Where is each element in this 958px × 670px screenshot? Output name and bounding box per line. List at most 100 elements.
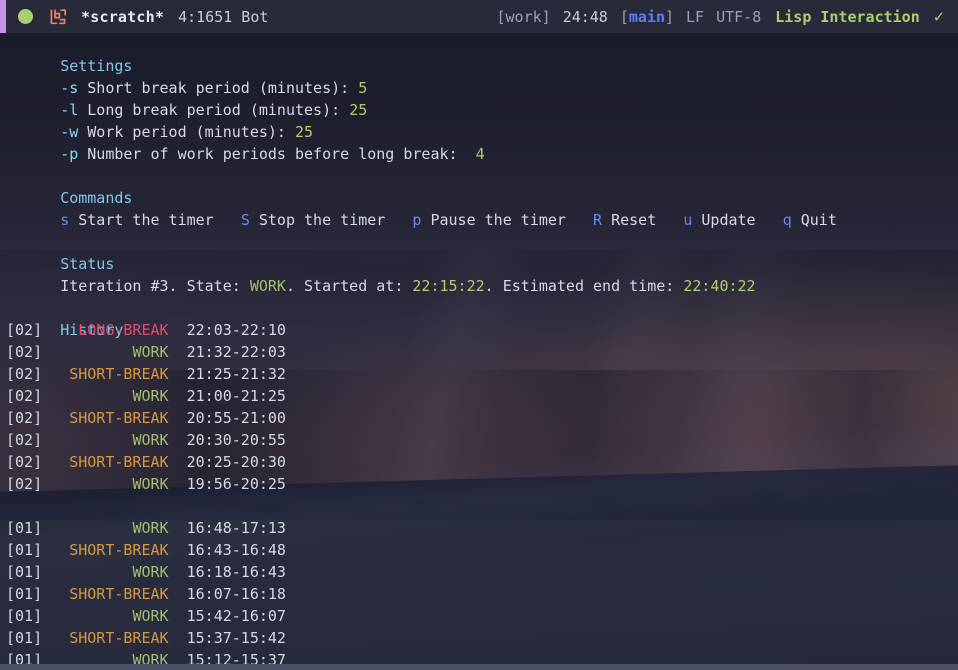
- history-row[interactable]: [02] SHORT-BREAK 20:55-21:00: [0, 407, 958, 429]
- history-iteration: [01]: [6, 519, 43, 537]
- setting-label: Long break period (minutes):: [78, 101, 350, 119]
- commands-heading: Commands: [0, 165, 958, 207]
- command-label: Start the timer: [69, 211, 214, 229]
- command-pause-timer[interactable]: p Pause the timer: [412, 211, 566, 229]
- history-row[interactable]: [01] WORK 15:42-16:07: [0, 605, 958, 627]
- history-iteration: [01]: [6, 607, 43, 625]
- command-stop-timer[interactable]: S Stop the timer: [241, 211, 386, 229]
- status-heading-label: Status: [60, 255, 115, 273]
- major-mode-label[interactable]: Lisp Interaction: [775, 6, 920, 28]
- setting-label: Work period (minutes):: [78, 123, 295, 141]
- encoding-indicator[interactable]: UTF-8: [716, 6, 761, 28]
- history-spacer-line: [0, 495, 958, 517]
- status-iteration-text: Iteration #3. State:: [60, 277, 250, 295]
- status-line: Iteration #3. State: WORK. Started at: 2…: [0, 253, 958, 295]
- buffer-modified-dot-icon[interactable]: [18, 9, 33, 24]
- history-kind-padding: [42, 453, 69, 471]
- command-label: Stop the timer: [249, 211, 386, 229]
- modeline-accent-bar: [0, 0, 6, 33]
- history-gap: [169, 387, 187, 405]
- history-kind: WORK: [132, 519, 169, 537]
- history-row[interactable]: [02] WORK 20:30-20:55: [0, 429, 958, 451]
- setting-value[interactable]: 25: [295, 123, 313, 141]
- history-kind: WORK: [132, 387, 169, 405]
- history-iteration: [02]: [6, 453, 43, 471]
- history-iteration: [02]: [6, 409, 43, 427]
- history-gap: [169, 475, 187, 493]
- settings-heading-label: Settings: [60, 57, 133, 75]
- setting-value[interactable]: 5: [358, 79, 367, 97]
- history-kind-padding: [42, 607, 132, 625]
- history-iteration: [02]: [6, 365, 43, 383]
- command-start-timer[interactable]: s Start the timer: [60, 211, 214, 229]
- history-kind: WORK: [132, 343, 169, 361]
- history-gap: [169, 409, 187, 427]
- history-gap: [169, 431, 187, 449]
- history-heading: History: [0, 297, 958, 339]
- history-time-range: 20:25-20:30: [186, 453, 286, 471]
- history-row[interactable]: [02] LONG-BREAK 22:03-22:10: [0, 319, 958, 341]
- history-row[interactable]: [01] WORK 16:18-16:43: [0, 561, 958, 583]
- history-list: [02] LONG-BREAK 22:03-22:10 [02] WORK 21:…: [0, 319, 958, 670]
- history-kind: SHORT-BREAK: [69, 585, 169, 603]
- history-kind-padding: [42, 387, 132, 405]
- history-row[interactable]: [01] WORK 16:48-17:13: [0, 517, 958, 539]
- history-kind-padding: [42, 629, 69, 647]
- history-iteration: [02]: [6, 387, 43, 405]
- setting-flag: -w: [60, 123, 79, 141]
- setting-label: Short break period (minutes):: [78, 79, 359, 97]
- history-row[interactable]: [01] SHORT-BREAK 15:37-15:42: [0, 627, 958, 649]
- command-reset[interactable]: R Reset: [593, 211, 656, 229]
- status-state: WORK: [249, 277, 286, 295]
- line-ending-indicator[interactable]: LF: [686, 6, 704, 28]
- history-row[interactable]: [02] WORK 21:32-22:03: [0, 341, 958, 363]
- history-kind-padding: [42, 475, 132, 493]
- workspace-indicator[interactable]: [work]: [497, 6, 551, 28]
- branch-bracket-open: [: [619, 7, 629, 26]
- setting-value[interactable]: 25: [349, 101, 367, 119]
- setting-row-short-break[interactable]: -s Short break period (minutes): 5: [0, 55, 958, 97]
- command-quit[interactable]: q Quit: [783, 211, 837, 229]
- history-kind: WORK: [132, 431, 169, 449]
- history-iteration: [01]: [6, 563, 43, 581]
- history-row[interactable]: [02] SHORT-BREAK 20:25-20:30: [0, 451, 958, 473]
- history-row[interactable]: [02] SHORT-BREAK 21:25-21:32: [0, 363, 958, 385]
- command-key: S: [240, 211, 250, 229]
- history-iteration: [01]: [6, 585, 43, 603]
- command-gap: [756, 211, 783, 229]
- vcs-branch[interactable]: [main]: [620, 6, 674, 28]
- history-kind-padding: [42, 585, 69, 603]
- command-gap: [566, 211, 593, 229]
- buffer-name[interactable]: *scratch*: [81, 6, 164, 28]
- history-time-range: 16:18-16:43: [186, 563, 286, 581]
- status-heading: Status: [0, 231, 958, 273]
- status-started-at: 22:15:22: [412, 277, 485, 295]
- history-time-range: 19:56-20:25: [186, 475, 286, 493]
- history-kind: WORK: [132, 475, 169, 493]
- history-iteration: [02]: [6, 343, 43, 361]
- history-kind-padding: [42, 563, 132, 581]
- setting-value[interactable]: 4: [476, 145, 485, 163]
- command-update[interactable]: u Update: [683, 211, 755, 229]
- history-kind: LONG-BREAK: [78, 321, 169, 339]
- branch-name: main: [628, 7, 665, 26]
- modeline: *scratch* 4:1651 Bot [work] 24:48 [main]…: [0, 0, 958, 33]
- history-row[interactable]: [01] SHORT-BREAK 16:07-16:18: [0, 583, 958, 605]
- history-kind-padding: [42, 519, 132, 537]
- command-key: s: [60, 211, 70, 229]
- history-gap: [169, 541, 187, 559]
- history-row[interactable]: [02] WORK 19:56-20:25: [0, 473, 958, 495]
- commands-row: s Start the timer S Stop the timer p Pau…: [0, 187, 958, 229]
- history-row[interactable]: [02] WORK 21:00-21:25: [0, 385, 958, 407]
- history-gap: [169, 585, 187, 603]
- history-iteration: [02]: [6, 431, 43, 449]
- history-row[interactable]: [01] SHORT-BREAK 16:43-16:48: [0, 539, 958, 561]
- history-gap: [169, 607, 187, 625]
- setting-flag: -l: [60, 101, 79, 119]
- history-time-range: 16:43-16:48: [186, 541, 286, 559]
- status-end-time: 22:40:22: [683, 277, 756, 295]
- clock: 24:48: [562, 7, 608, 26]
- history-kind: SHORT-BREAK: [69, 365, 169, 383]
- command-key: R: [593, 211, 603, 229]
- command-gap: [385, 211, 412, 229]
